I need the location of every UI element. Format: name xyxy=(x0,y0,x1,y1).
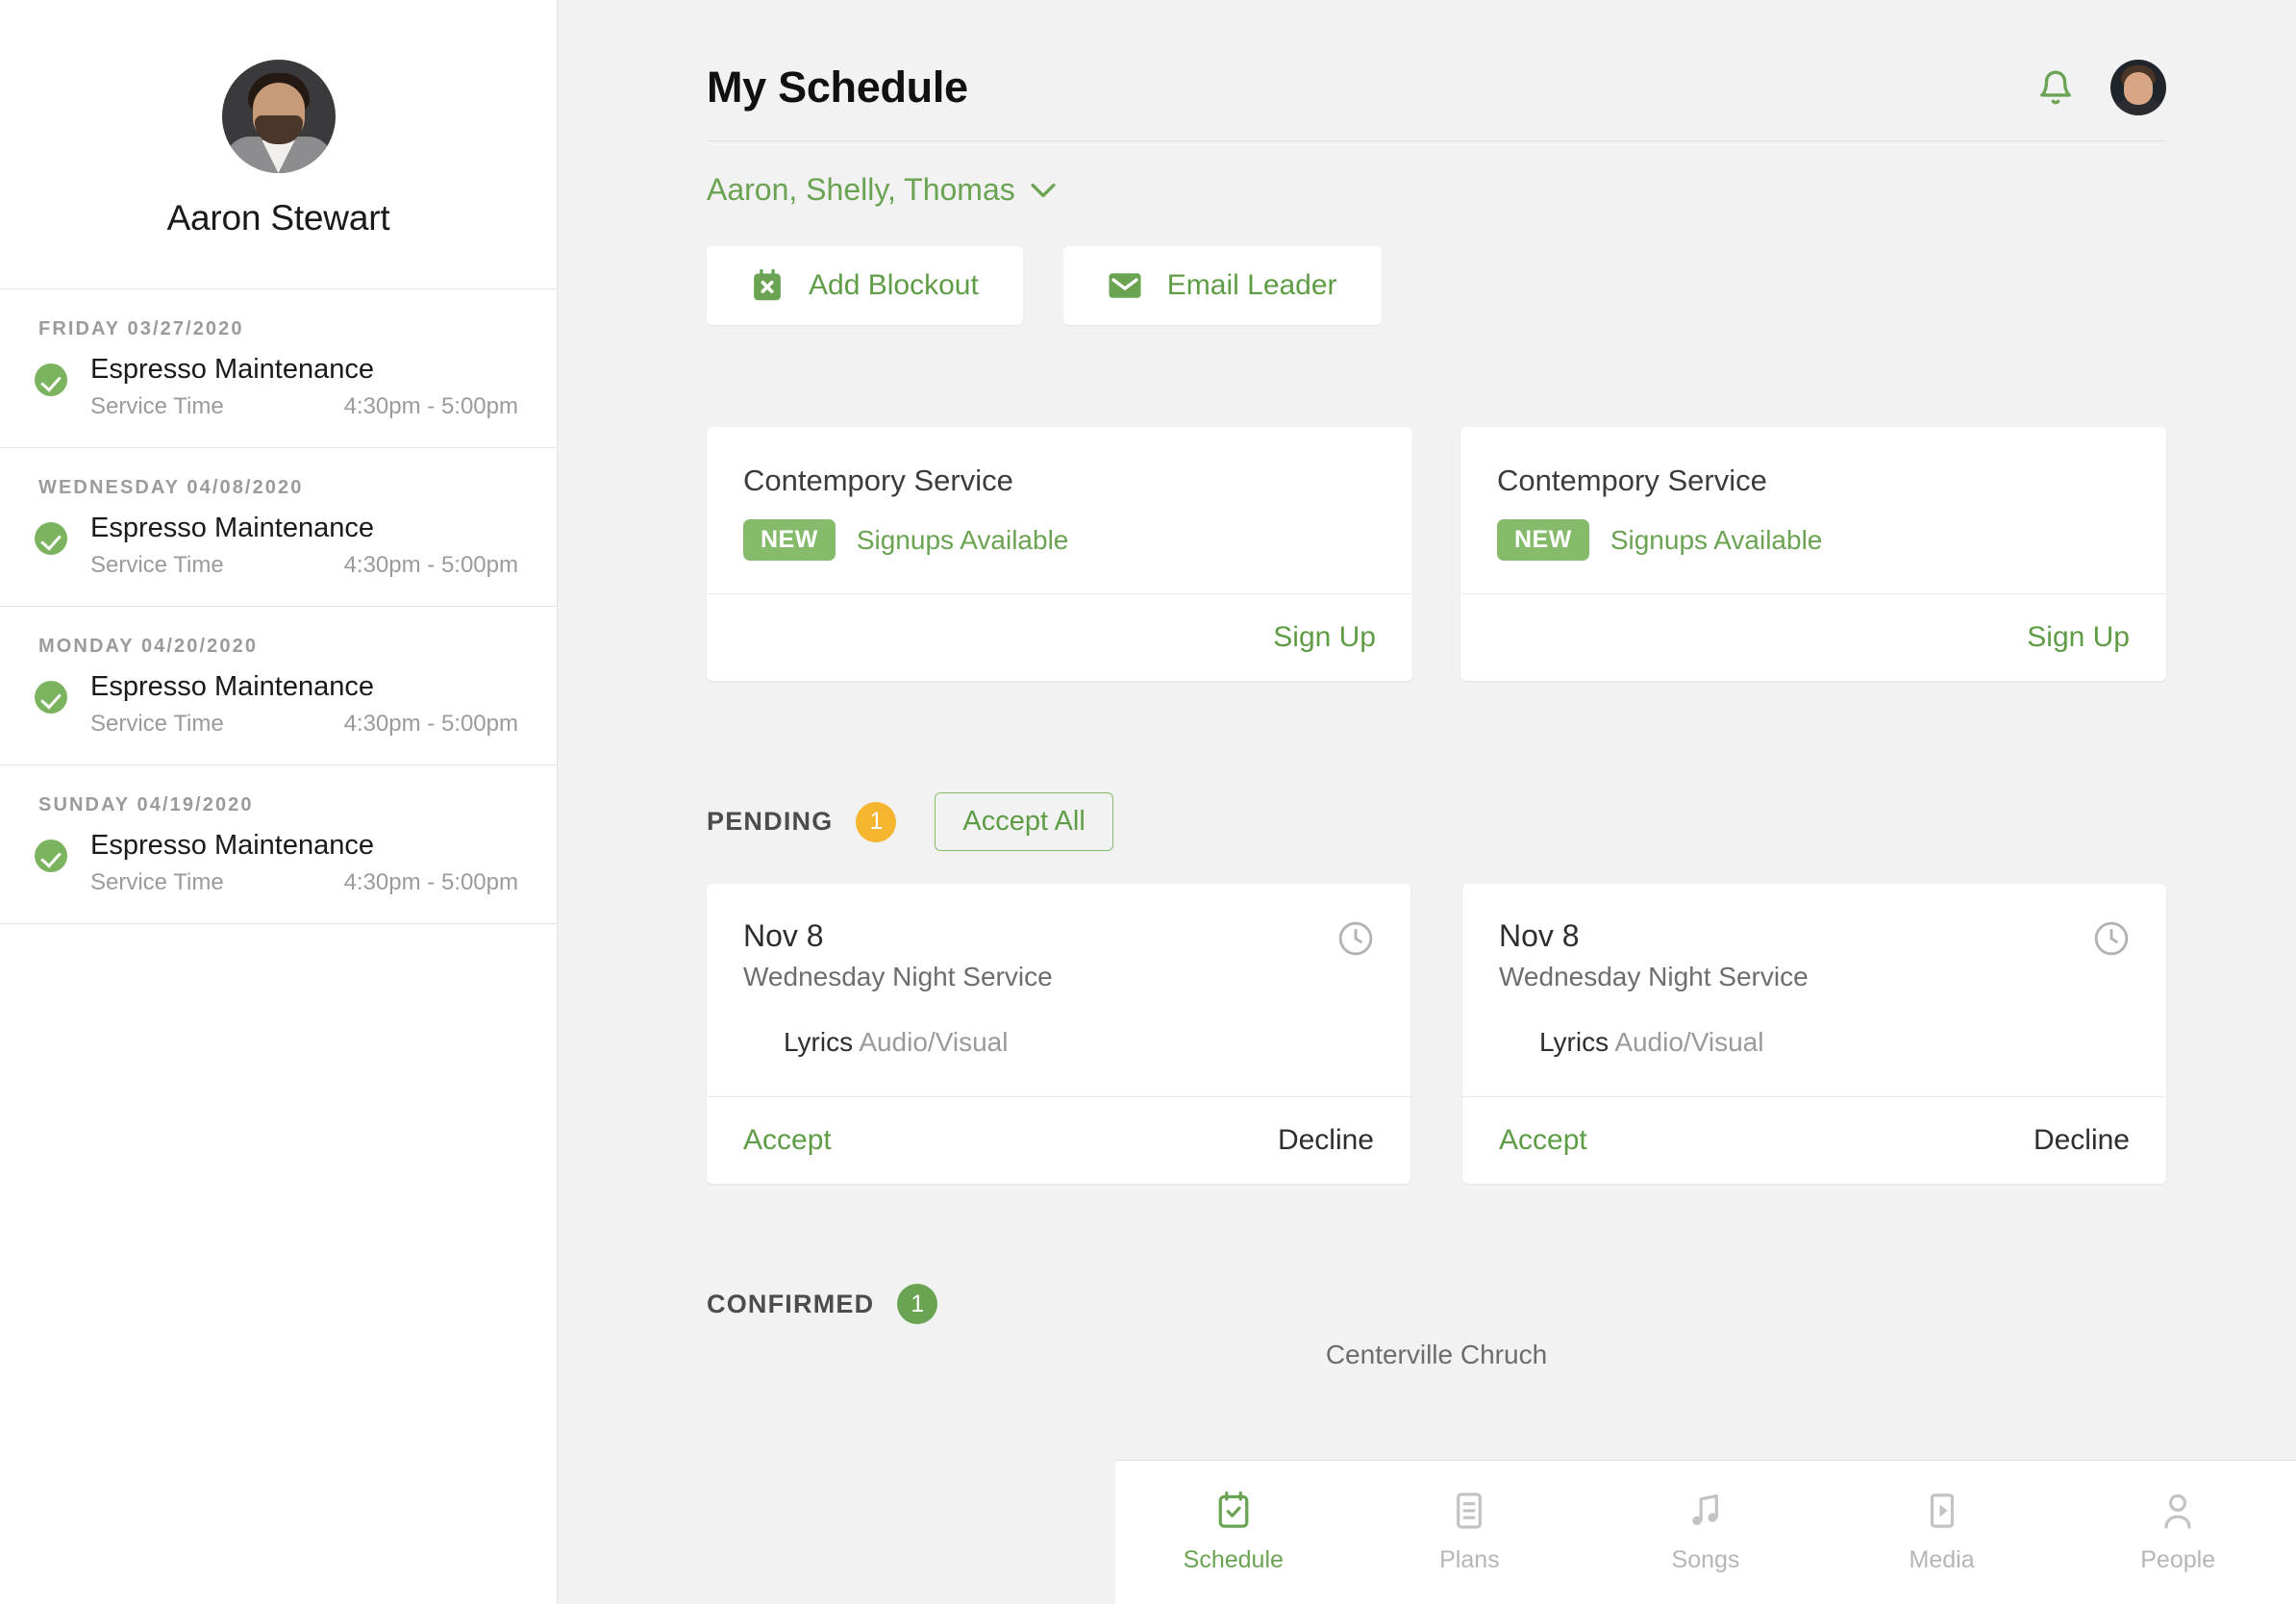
music-note-icon xyxy=(1692,1494,1718,1526)
list-item[interactable]: SUNDAY 04/19/2020 Espresso Maintenance S… xyxy=(0,765,557,924)
pending-count-badge: 1 xyxy=(856,801,897,842)
list-item[interactable]: FRIDAY 03/27/2020 Espresso Maintenance S… xyxy=(0,289,557,448)
pending-cards: Nov 8 Wednesday Night Service Lyrics Aud… xyxy=(707,851,2166,1184)
tab-plans[interactable]: Plans xyxy=(1352,1491,1588,1574)
schedule-meta-time: 4:30pm - 5:00pm xyxy=(343,711,518,737)
tab-people-label: People xyxy=(2140,1546,2216,1573)
page-header: My Schedule xyxy=(707,0,2166,141)
action-buttons: Add Blockout Email Leader xyxy=(707,208,2166,325)
sign-up-button[interactable]: Sign Up xyxy=(2027,621,2130,654)
confirmed-label: CONFIRMED xyxy=(707,1289,875,1318)
pending-role: Lyrics xyxy=(1539,1027,1610,1057)
pending-service: Wednesday Night Service xyxy=(743,962,1053,991)
schedule-title: Espresso Maintenance xyxy=(90,830,374,861)
schedule-title: Espresso Maintenance xyxy=(90,671,374,702)
signup-card-title: Contempory Service xyxy=(1497,464,1767,497)
person-selector[interactable]: Aaron, Shelly, Thomas xyxy=(707,141,2166,208)
schedule-meta-label: Service Time xyxy=(90,869,224,895)
schedule-date: FRIDAY 03/27/2020 xyxy=(38,318,244,339)
person-selector-label: Aaron, Shelly, Thomas xyxy=(707,172,1015,207)
envelope-icon xyxy=(1109,273,1141,298)
tab-media-label: Media xyxy=(1909,1546,1975,1573)
signup-card-title: Contempory Service xyxy=(743,464,1013,497)
status-badge: NEW xyxy=(743,519,836,561)
schedule-meta-label: Service Time xyxy=(90,711,224,737)
pending-team: Audio/Visual xyxy=(1614,1027,1764,1057)
sidebar: Aaron Stewart FRIDAY 03/27/2020 Espresso… xyxy=(0,0,558,1604)
app-root: Aaron Stewart FRIDAY 03/27/2020 Espresso… xyxy=(0,0,2296,1604)
schedule-date: WEDNESDAY 04/08/2020 xyxy=(38,477,304,498)
pending-role: Lyrics xyxy=(784,1027,854,1057)
signup-card[interactable]: Contempory Service NEW Signups Available… xyxy=(707,427,1412,681)
status-badge: NEW xyxy=(1497,519,1589,561)
decline-button[interactable]: Decline xyxy=(2034,1124,2130,1157)
calendar-x-icon xyxy=(754,268,781,301)
avatar[interactable] xyxy=(2110,60,2166,115)
person-icon xyxy=(2164,1493,2191,1529)
add-blockout-button[interactable]: Add Blockout xyxy=(707,246,1023,325)
bottom-navigation: Schedule Plans Songs Media People xyxy=(1115,1460,2296,1604)
decline-button[interactable]: Decline xyxy=(1278,1124,1374,1157)
accept-button[interactable]: Accept xyxy=(1499,1124,1587,1157)
tab-schedule[interactable]: Schedule xyxy=(1115,1491,1352,1574)
accept-all-button[interactable]: Accept All xyxy=(935,792,1113,851)
schedule-meta-label: Service Time xyxy=(90,393,224,419)
avatar xyxy=(221,60,336,173)
pending-date: Nov 8 xyxy=(743,918,824,953)
sidebar-profile: Aaron Stewart xyxy=(0,0,557,289)
schedule-date: MONDAY 04/20/2020 xyxy=(38,636,259,657)
schedule-meta-time: 4:30pm - 5:00pm xyxy=(343,393,518,419)
tab-songs-label: Songs xyxy=(1671,1546,1740,1573)
schedule-meta-time: 4:30pm - 5:00pm xyxy=(343,869,518,895)
tab-songs[interactable]: Songs xyxy=(1587,1491,1824,1574)
email-leader-button[interactable]: Email Leader xyxy=(1062,246,1382,325)
pending-card[interactable]: Nov 8 Wednesday Night Service Lyrics Aud… xyxy=(707,884,1410,1184)
clock-icon xyxy=(2094,921,2129,956)
schedule-title: Espresso Maintenance xyxy=(90,354,374,385)
check-circle-icon xyxy=(35,840,67,872)
pending-team: Audio/Visual xyxy=(859,1027,1009,1057)
clock-icon xyxy=(1338,921,1373,956)
check-circle-icon xyxy=(35,681,67,714)
accept-button[interactable]: Accept xyxy=(743,1124,832,1157)
confirmed-count-badge: 1 xyxy=(897,1284,938,1324)
confirmed-section-header: CONFIRMED 1 xyxy=(707,1184,2166,1324)
schedule-date: SUNDAY 04/19/2020 xyxy=(38,794,254,815)
email-leader-label: Email Leader xyxy=(1166,269,1337,301)
check-circle-icon xyxy=(35,363,67,396)
pending-date: Nov 8 xyxy=(1499,918,1580,953)
main-content: My Schedule Aaron, Shelly, Thomas Add Bl… xyxy=(558,0,2296,1604)
check-circle-icon xyxy=(35,522,67,555)
signup-card[interactable]: Contempory Service NEW Signups Available… xyxy=(1460,427,2166,681)
pending-section-header: PENDING 1 Accept All xyxy=(707,681,2166,851)
signup-status: Signups Available xyxy=(1610,524,1823,555)
list-item[interactable]: MONDAY 04/20/2020 Espresso Maintenance S… xyxy=(0,607,557,765)
tab-media[interactable]: Media xyxy=(1824,1491,2060,1574)
notification-bell-icon[interactable] xyxy=(2037,68,2074,107)
sign-up-button[interactable]: Sign Up xyxy=(1273,621,1376,654)
page-title: My Schedule xyxy=(707,63,968,112)
chevron-down-icon xyxy=(1031,183,1056,197)
pending-service: Wednesday Night Service xyxy=(1499,962,1809,991)
list-item[interactable]: WEDNESDAY 04/08/2020 Espresso Maintenanc… xyxy=(0,448,557,607)
tab-plans-label: Plans xyxy=(1439,1546,1500,1573)
pending-label: PENDING xyxy=(707,807,834,836)
play-rectangle-icon xyxy=(1930,1493,1954,1528)
schedule-meta-time: 4:30pm - 5:00pm xyxy=(343,552,518,578)
schedule-meta-label: Service Time xyxy=(90,552,224,578)
profile-name: Aaron Stewart xyxy=(166,198,390,238)
signup-status: Signups Available xyxy=(856,524,1069,555)
calendar-check-icon xyxy=(1218,1491,1249,1528)
schedule-title: Espresso Maintenance xyxy=(90,513,374,543)
pending-card[interactable]: Nov 8 Wednesday Night Service Lyrics Aud… xyxy=(1462,884,2166,1184)
signup-cards: Contempory Service NEW Signups Available… xyxy=(707,325,2166,681)
schedule-list: FRIDAY 03/27/2020 Espresso Maintenance S… xyxy=(0,289,557,924)
add-blockout-label: Add Blockout xyxy=(809,269,979,301)
tab-schedule-label: Schedule xyxy=(1183,1546,1284,1573)
document-lines-icon xyxy=(1457,1492,1483,1529)
tab-people[interactable]: People xyxy=(2059,1491,2296,1574)
org-name: Centerville Chruch xyxy=(1325,1340,1548,1369)
